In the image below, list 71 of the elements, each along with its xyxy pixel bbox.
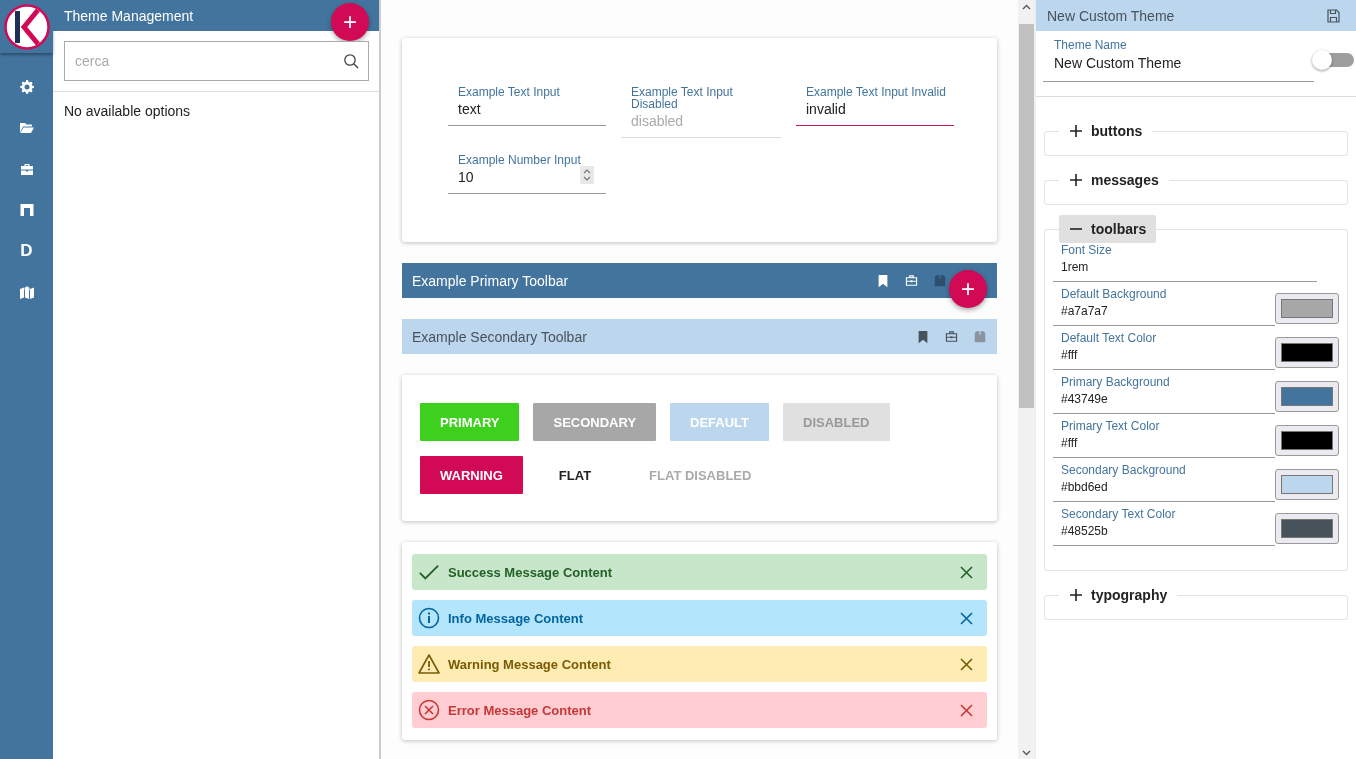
warning-icon [418, 653, 440, 675]
section-toggle[interactable]: toolbars [1059, 215, 1157, 243]
field-label: Font Size [1061, 243, 1112, 257]
toolbar-title: Example Secondary Toolbar [412, 328, 588, 345]
field-label: Theme Name [1054, 38, 1127, 52]
add-button[interactable]: + [331, 3, 369, 41]
color-value-input[interactable]: #a7a7a7 [1053, 301, 1275, 326]
close-icon[interactable] [960, 565, 973, 579]
field-label: Default Background [1061, 287, 1167, 301]
bookmark-icon [876, 273, 890, 288]
empty-message: No available options [63, 102, 192, 121]
map-icon [18, 284, 35, 300]
add-button[interactable]: + [949, 270, 987, 308]
close-icon[interactable] [960, 611, 973, 625]
field-label: Secondary Text Color [1061, 507, 1176, 521]
color-swatch[interactable] [1275, 425, 1339, 456]
font-size-input[interactable]: 1rem [1053, 257, 1317, 282]
field-label: Example Number Input [458, 154, 581, 166]
field-label: Primary Text Color [1061, 419, 1160, 433]
scrollbar-thumb[interactable] [1019, 24, 1034, 408]
field-label: Primary Background [1061, 375, 1170, 389]
color-value-input[interactable]: #fff [1053, 433, 1275, 458]
search-field[interactable]: cerca [64, 41, 369, 81]
scroll-up-icon[interactable] [1022, 4, 1031, 10]
color-swatch[interactable] [1275, 293, 1339, 324]
field-label: Default Text Color [1061, 331, 1157, 345]
text-input[interactable]: invalid [796, 98, 954, 126]
info-icon [418, 607, 440, 629]
field-label: Example Text Input [458, 86, 560, 98]
briefcase-icon [944, 329, 959, 344]
message-text: Success Message Content [448, 564, 613, 580]
search-icon [343, 53, 359, 69]
error-icon [418, 699, 440, 721]
color-value-input[interactable]: #fff [1053, 345, 1275, 370]
gear-icon [18, 79, 35, 95]
close-icon[interactable] [960, 657, 973, 671]
field-label: Example Text Input Invalid [806, 86, 946, 98]
message-text: Error Message Content [448, 702, 593, 718]
color-swatch[interactable] [1275, 337, 1339, 368]
bookmark-icon [916, 329, 930, 344]
color-swatch[interactable] [1275, 513, 1339, 544]
editor-title: New Custom Theme [1047, 7, 1175, 24]
plus-icon [1069, 588, 1083, 602]
plus-icon [1069, 173, 1083, 187]
toolbar-title: Example Primary Toolbar [412, 272, 570, 289]
box-icon [973, 329, 987, 344]
message-text: Warning Message Content [448, 656, 612, 672]
briefcase-icon [904, 273, 919, 288]
folder-icon [18, 120, 35, 136]
d-letter-icon[interactable]: D [20, 243, 33, 259]
save-icon[interactable] [1327, 8, 1340, 23]
scroll-down-icon[interactable] [1022, 750, 1031, 756]
spinner-icon[interactable] [580, 166, 594, 184]
color-swatch[interactable] [1275, 381, 1339, 412]
text-input[interactable]: text [448, 98, 606, 126]
field-label: Example Text Input Disabled [631, 86, 734, 110]
box-icon [933, 273, 947, 288]
color-value-input[interactable]: #43749e [1053, 389, 1275, 414]
close-icon[interactable] [960, 703, 973, 717]
logo-icon[interactable] [3, 3, 50, 50]
briefcase-icon [18, 161, 35, 177]
message-text: Info Message Content [448, 610, 585, 626]
field-label: Secondary Background [1061, 463, 1186, 477]
plus-icon [1069, 124, 1083, 138]
color-value-input[interactable]: #48525b [1053, 521, 1275, 546]
toggle-switch[interactable] [1314, 53, 1354, 67]
archway-icon [18, 202, 35, 218]
color-value-input[interactable]: #bbd6ed [1053, 477, 1275, 502]
color-swatch[interactable] [1275, 469, 1339, 500]
example-button[interactable]: WARNING [420, 456, 523, 494]
example-button[interactable]: FLAT [536, 456, 614, 494]
